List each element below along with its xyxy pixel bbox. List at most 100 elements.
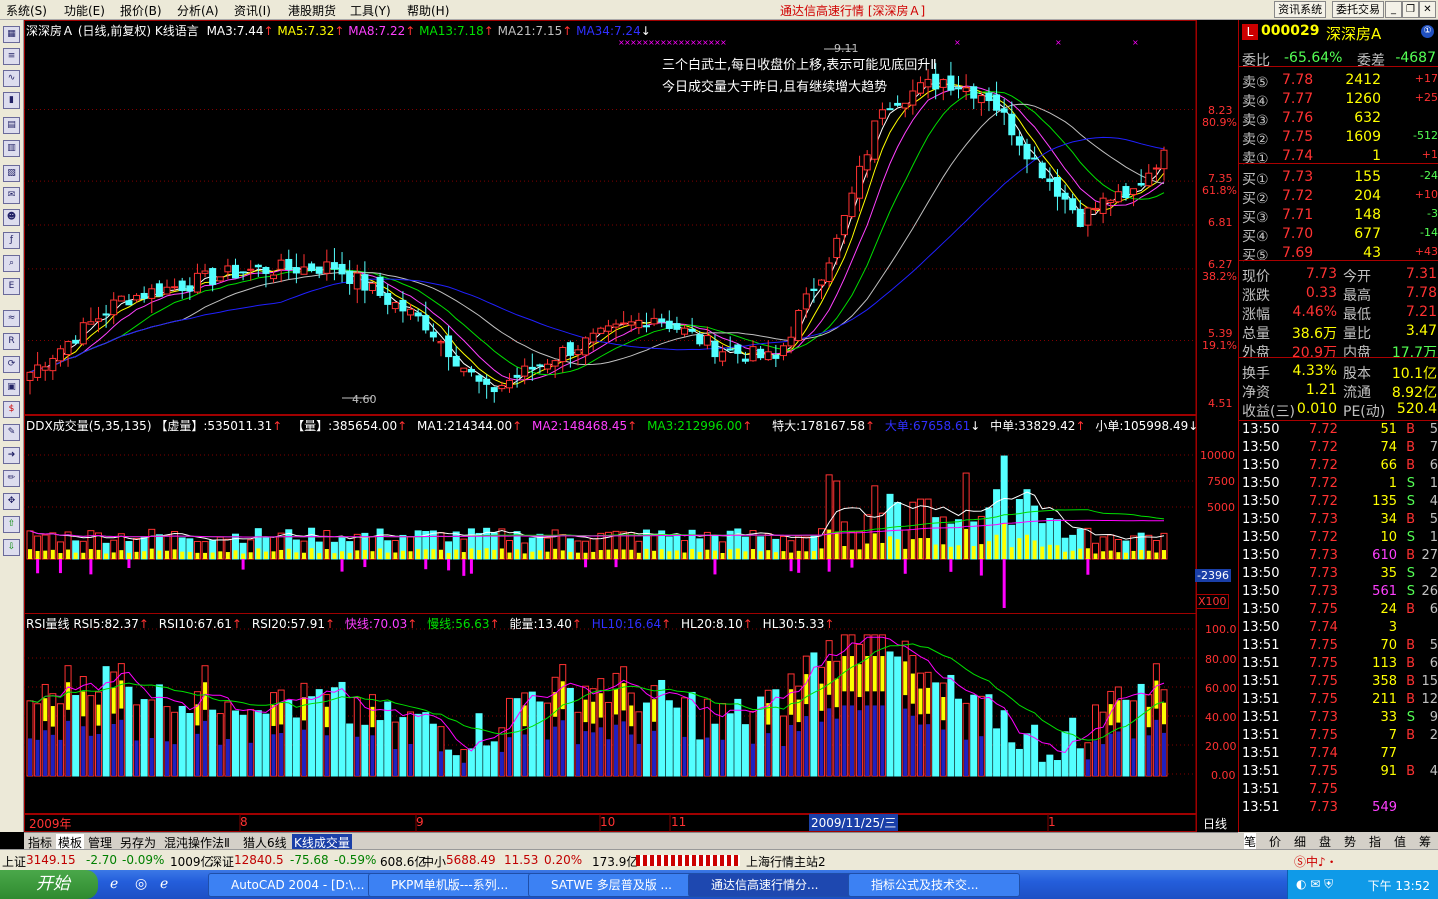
menu-hk-futures[interactable]: 港股期货 <box>288 2 336 19</box>
menu-tools[interactable]: 工具(Y) <box>350 2 391 19</box>
arrow-icon[interactable]: ➜ <box>3 447 20 464</box>
grid-icon[interactable]: ▦ <box>3 26 20 43</box>
minimize-icon[interactable]: _ <box>1385 1 1402 18</box>
tick-cell: 9 <box>1429 710 1438 725</box>
doc-icon[interactable]: ▧ <box>3 165 20 182</box>
menu-info[interactable]: 资讯(I) <box>234 2 271 19</box>
rsi-bar <box>384 701 392 777</box>
rsi-energy-bar <box>682 736 687 776</box>
ie-icon[interactable]: ℯ <box>110 876 118 892</box>
axis-tick: 7500 <box>1207 475 1235 488</box>
rsi-energy-bar <box>164 741 169 776</box>
weibi-value: -65.64% <box>1284 50 1343 66</box>
chart-icon[interactable]: ƒ <box>3 232 20 249</box>
date-label: 11 <box>671 815 687 829</box>
info-system-button[interactable]: 资讯系统 <box>1274 1 1327 18</box>
sz-amount: 608.6亿 <box>380 855 427 869</box>
etf-icon[interactable]: E <box>3 278 20 295</box>
candle-icon[interactable]: ▮ <box>3 92 20 109</box>
menu-quote[interactable]: 报价(B) <box>120 2 162 19</box>
start-button[interactable]: 开始 <box>0 870 98 899</box>
tools-icon[interactable]: ✎ <box>3 424 20 441</box>
menu-function[interactable]: 功能(E) <box>64 2 105 19</box>
trade-button[interactable]: 委托交易 <box>1332 1 1384 18</box>
volume-inner-bar <box>104 553 109 559</box>
server-name[interactable]: 上海行情主站2 <box>746 853 826 870</box>
task-autocad[interactable]: AutoCAD 2004 - [D:\... <box>208 873 380 897</box>
ime-icon[interactable]: Ⓢ中♪・ <box>1294 853 1338 870</box>
ma13-label: MA13:7.18 <box>419 24 484 38</box>
candle-body <box>620 322 628 325</box>
rsi-energy-bar <box>1154 719 1159 776</box>
right-tab[interactable]: 指 <box>1369 833 1381 850</box>
ask-row: 卖① 7.74 1 +1 <box>1239 148 1438 167</box>
line-chart-icon[interactable]: ∿ <box>3 70 20 87</box>
bid-row: 买① 7.73 155 -24 <box>1239 169 1438 188</box>
rsi-bar <box>414 713 422 777</box>
calc-icon[interactable]: ▣ <box>3 379 20 396</box>
task-satwe[interactable]: SATWE 多层普及版 ... <box>528 873 700 897</box>
quicklaunch-icon[interactable]: ℯ <box>160 876 168 892</box>
rsi-bar <box>993 728 1001 777</box>
right-tab[interactable]: 值 <box>1394 833 1406 850</box>
tick-cell: 7 <box>1388 728 1397 743</box>
rsi-fast-bar <box>598 693 603 718</box>
tick-cell: 7.74 <box>1309 746 1338 761</box>
stat-row: 涨跌 0.33 最高 7.78 <box>1239 285 1438 304</box>
down-arrow-icon[interactable]: ⇩ <box>3 539 20 556</box>
left-toolbar: ▦ ≡ ∿ ▮ ▤ ▥ ▧ ✉ ☻ ƒ ⌕ E ≈ R ⟳ ▣ $ ✎ ➜ ✏ … <box>0 20 24 832</box>
volume-inner-bar <box>279 549 284 559</box>
candle-body <box>955 87 963 90</box>
right-tab[interactable]: 价 <box>1269 833 1281 850</box>
stat-value: 520.4 <box>1396 401 1437 417</box>
mail-icon[interactable]: ✉ <box>3 187 20 204</box>
task-forum[interactable]: 指标公式及技术交... <box>848 873 1020 897</box>
volume-inner-bar <box>842 546 847 559</box>
right-tab[interactable]: 势 <box>1344 833 1356 850</box>
rsi-bar <box>955 698 963 777</box>
menu-system[interactable]: 系统(S) <box>6 2 47 19</box>
period-button[interactable]: 日线 <box>1203 815 1227 832</box>
volume-inner-bar <box>96 549 101 559</box>
tick-cell: B <box>1406 638 1415 653</box>
tick-cell: 74 <box>1380 440 1397 455</box>
move-icon[interactable]: ✥ <box>3 493 20 510</box>
menu-help[interactable]: 帮助(H) <box>407 2 449 19</box>
users-icon[interactable]: ☻ <box>3 209 20 226</box>
report-icon[interactable]: ▥ <box>3 140 20 157</box>
up-arrow-icon[interactable]: ⇧ <box>3 516 20 533</box>
restore-icon[interactable]: ❐ <box>1402 1 1419 18</box>
rsi-icon[interactable]: R <box>3 333 20 350</box>
refresh-icon[interactable]: ⟳ <box>3 356 20 373</box>
task-tdx[interactable]: 通达信高速行情分... <box>688 873 860 897</box>
list-icon[interactable]: ≡ <box>3 48 20 65</box>
info-icon[interactable]: ① <box>1421 25 1434 38</box>
rsi-bar <box>642 702 650 777</box>
table-icon[interactable]: ▤ <box>3 117 20 134</box>
volume-inner-bar <box>484 548 489 559</box>
close-icon[interactable]: ✕ <box>1419 1 1436 18</box>
tick-cell: 13:51 <box>1242 764 1280 779</box>
tray-icons[interactable]: ◐ ✉ ⛨ <box>1296 877 1333 892</box>
volume-inner-bar <box>621 549 626 559</box>
right-tab[interactable]: 盘 <box>1319 833 1331 850</box>
candle-body <box>34 364 42 378</box>
pen-icon[interactable]: ✏ <box>3 470 20 487</box>
lang-label: K线语言 <box>154 24 199 38</box>
volume-inner-bar <box>1101 551 1106 559</box>
right-tab[interactable]: 筹 <box>1419 833 1431 850</box>
menu-analysis[interactable]: 分析(A) <box>177 2 219 19</box>
right-tab[interactable]: 笔 <box>1244 833 1257 850</box>
right-tab[interactable]: 细 <box>1294 833 1306 850</box>
candle-body <box>802 293 810 310</box>
wave-icon[interactable]: ≈ <box>3 310 20 327</box>
task-pkpm[interactable]: PKPM单机版---系列... <box>368 873 540 897</box>
media-icon[interactable]: ◎ <box>135 876 147 892</box>
candle-body <box>916 82 924 94</box>
volume-inner-bar <box>43 550 48 559</box>
dollar-icon[interactable]: $ <box>3 401 20 418</box>
search-icon[interactable]: ⌕ <box>3 255 20 272</box>
rsi-fast-bar <box>591 701 596 724</box>
rsi-fast-bar <box>804 674 809 705</box>
rsi-fast-bar <box>918 688 923 715</box>
